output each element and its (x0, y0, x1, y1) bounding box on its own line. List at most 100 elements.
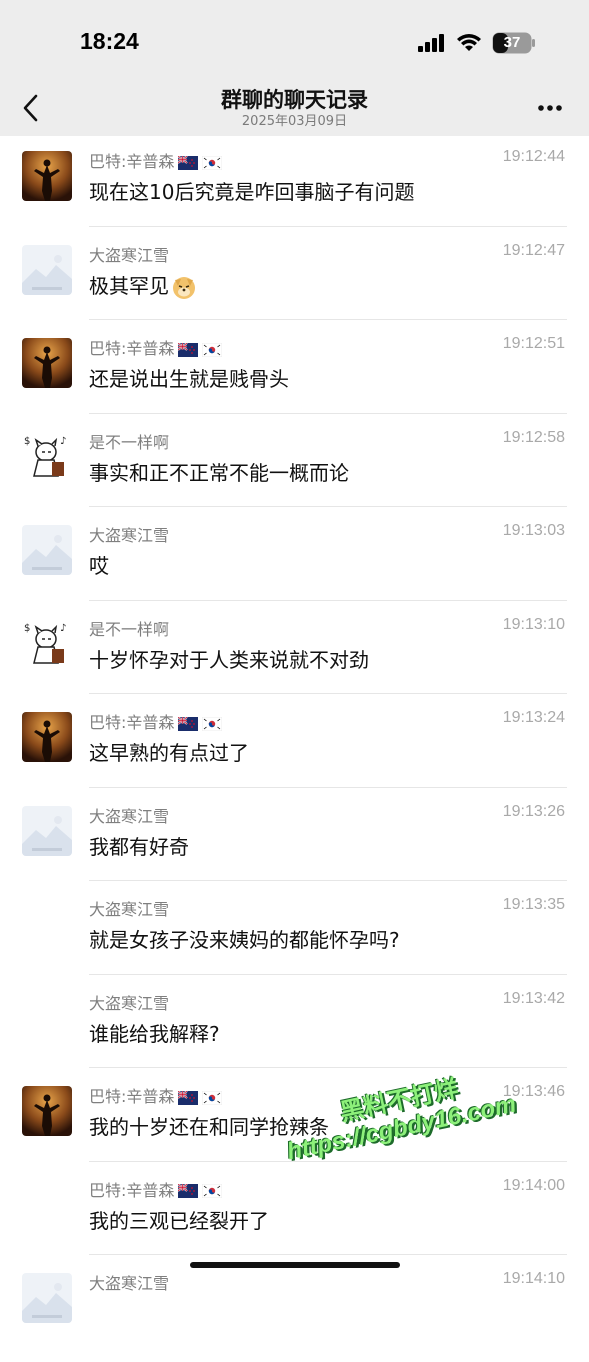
avatar-image (22, 244, 72, 295)
message-time: 19:13:24 (502, 709, 565, 726)
sender-label: 是不一样啊 (89, 619, 170, 639)
sender-label: 巴特:辛普森 (89, 1180, 175, 1200)
avatar-image: $ ♪ (22, 618, 72, 669)
kr-flag-icon (202, 1090, 223, 1105)
message-time: 19:12:44 (502, 148, 565, 165)
sender-label: 大盗寒江雪 (89, 806, 170, 826)
separator (89, 1160, 567, 1162)
message-text-label: 哎 (89, 554, 109, 578)
home-indicator[interactable] (190, 1262, 400, 1268)
message-text[interactable]: 就是女孩子没来姨妈的都能怀孕吗? (89, 924, 400, 953)
sender-label: 大盗寒江雪 (89, 1274, 170, 1293)
avatar[interactable] (22, 1273, 72, 1323)
avatar[interactable] (22, 712, 72, 762)
separator (89, 412, 567, 414)
avatar[interactable]: $ ♪ (22, 618, 72, 669)
message-text[interactable]: 这早熟的有点过了 (89, 737, 249, 766)
message-text[interactable]: 现在这10后究竟是咋回事脑子有问题 (89, 176, 414, 205)
message-text-label: 谁能给我解释? (89, 1021, 220, 1046)
message-text-label: 我都有好奇 (89, 834, 189, 859)
sender-label: 大盗寒江雪 (89, 900, 170, 919)
nz-flag-icon (178, 1090, 199, 1105)
sender-label: 巴特:辛普森 (89, 339, 175, 358)
message-text[interactable]: 十岁怀孕对于人类来说就不对劲 (89, 644, 369, 673)
sender-name: 是不一样啊 (89, 616, 169, 640)
message-text[interactable]: 我的三观已经裂开了 (89, 1205, 269, 1234)
sender-label: 是不一样啊 (89, 432, 170, 452)
sender-label: 巴特:辛普森 (89, 152, 175, 171)
message-row[interactable]: 大盗寒江雪 19:12:47 极其罕见 (0, 240, 589, 334)
cellular-signal-icon (418, 34, 444, 52)
avatar[interactable] (22, 244, 72, 295)
message-text-label: 还是说出生就是贱骨头 (89, 367, 289, 391)
message-text-label: 这早熟的有点过了 (89, 741, 249, 765)
wifi-icon (457, 34, 481, 51)
kr-flag-icon (202, 342, 223, 357)
sender-name: 大盗寒江雪 (89, 803, 169, 827)
nz-flag-icon (178, 342, 199, 357)
message-row[interactable]: 巴特:辛普森 19:13:24 这早熟的有点过了 (0, 707, 589, 801)
message-row[interactable]: 大盗寒江雪 19:13:42 谁能给我解释? (0, 988, 589, 1082)
message-time: 19:12:47 (502, 241, 565, 259)
message-row[interactable]: 大盗寒江雪 19:13:35 就是女孩子没来姨妈的都能怀孕吗? (0, 894, 589, 988)
avatar[interactable] (22, 805, 72, 856)
avatar-image (22, 151, 72, 201)
message-row[interactable]: $ ♪ 是不一样啊 19:13:10 十岁怀孕对于人类来说就不对劲 (0, 614, 589, 708)
separator (89, 693, 567, 694)
message-text[interactable]: 谁能给我解释? (89, 1018, 220, 1047)
message-time: 19:14:10 (502, 1270, 565, 1287)
sender-name: 是不一样啊 (89, 429, 169, 453)
message-row[interactable]: $ ♪ 是不一样啊 19:12:58 事实和正不正常不能一概而论 (0, 427, 589, 521)
message-row[interactable]: 大盗寒江雪 19:13:03 哎 (0, 520, 589, 614)
kr-flag-icon (202, 716, 223, 731)
message-text[interactable]: 极其罕见 (89, 270, 197, 301)
message-row[interactable]: 大盗寒江雪 19:14:10 (0, 1268, 589, 1362)
nav-bar: 群聊的聊天记录 2025年03月09日 (0, 80, 589, 136)
message-time: 19:13:46 (502, 1083, 565, 1100)
message-time: 19:13:35 (502, 896, 565, 913)
message-text-label: 就是女孩子没来姨妈的都能怀孕吗? (89, 928, 400, 952)
sender-name: 巴特:辛普森 (89, 335, 223, 359)
sender-name: 大盗寒江雪 (89, 522, 169, 546)
avatar[interactable] (22, 151, 72, 201)
message-row[interactable]: 巴特:辛普森 19:12:51 还是说出生就是贱骨头 (0, 333, 589, 427)
svg-text:♪: ♪ (60, 623, 66, 634)
separator (89, 1254, 567, 1255)
message-row[interactable]: 大盗寒江雪 19:13:26 我都有好奇 (0, 801, 589, 895)
message-text[interactable]: 事实和正不正常不能一概而论 (89, 457, 349, 486)
more-dots-icon[interactable] (536, 98, 566, 118)
sender-name: 大盗寒江雪 (89, 1270, 169, 1294)
avatar[interactable]: $ ♪ (22, 431, 72, 482)
avatar[interactable] (22, 338, 72, 388)
avatar[interactable] (22, 1086, 72, 1136)
kr-flag-icon (202, 155, 223, 170)
message-text[interactable]: 我都有好奇 (89, 831, 189, 860)
nz-flag-icon (178, 155, 199, 170)
separator (89, 880, 567, 881)
separator (89, 1067, 567, 1068)
separator (89, 319, 567, 320)
page-subtitle: 2025年03月09日 (241, 114, 348, 129)
message-text-label: 我的三观已经裂开了 (89, 1208, 269, 1233)
avatar-image: $ ♪ (22, 431, 72, 482)
message-time: 19:13:03 (502, 522, 565, 539)
sender-label: 巴特:辛普森 (89, 1087, 175, 1106)
message-row[interactable]: 巴特:辛普森 19:13:46 我的十岁还在和同学抢辣条 (0, 1081, 589, 1175)
message-text[interactable]: 我的十岁还在和同学抢辣条 (89, 1111, 329, 1140)
sender-name: 大盗寒江雪 (89, 896, 169, 920)
message-row[interactable]: 巴特:辛普森 19:14:00 我的三观已经裂开了 (0, 1175, 589, 1269)
sender-name: 巴特:辛普森 (89, 1083, 223, 1107)
message-text[interactable]: 哎 (89, 550, 109, 579)
message-time: 19:12:51 (502, 335, 565, 352)
message-text[interactable]: 还是说出生就是贱骨头 (89, 363, 289, 392)
svg-text:$: $ (24, 623, 30, 634)
separator (89, 973, 567, 975)
message-row[interactable]: 巴特:辛普森 19:12:44 现在这10后究竟是咋回事脑子有问题 (0, 146, 589, 240)
sender-name: 大盗寒江雪 (89, 990, 169, 1014)
separator (89, 786, 567, 788)
message-time: 19:12:58 (502, 428, 565, 446)
avatar[interactable] (22, 525, 72, 575)
avatar-image (22, 1273, 72, 1323)
status-time: 18:24 (80, 28, 139, 54)
kr-flag-icon (202, 1184, 223, 1198)
